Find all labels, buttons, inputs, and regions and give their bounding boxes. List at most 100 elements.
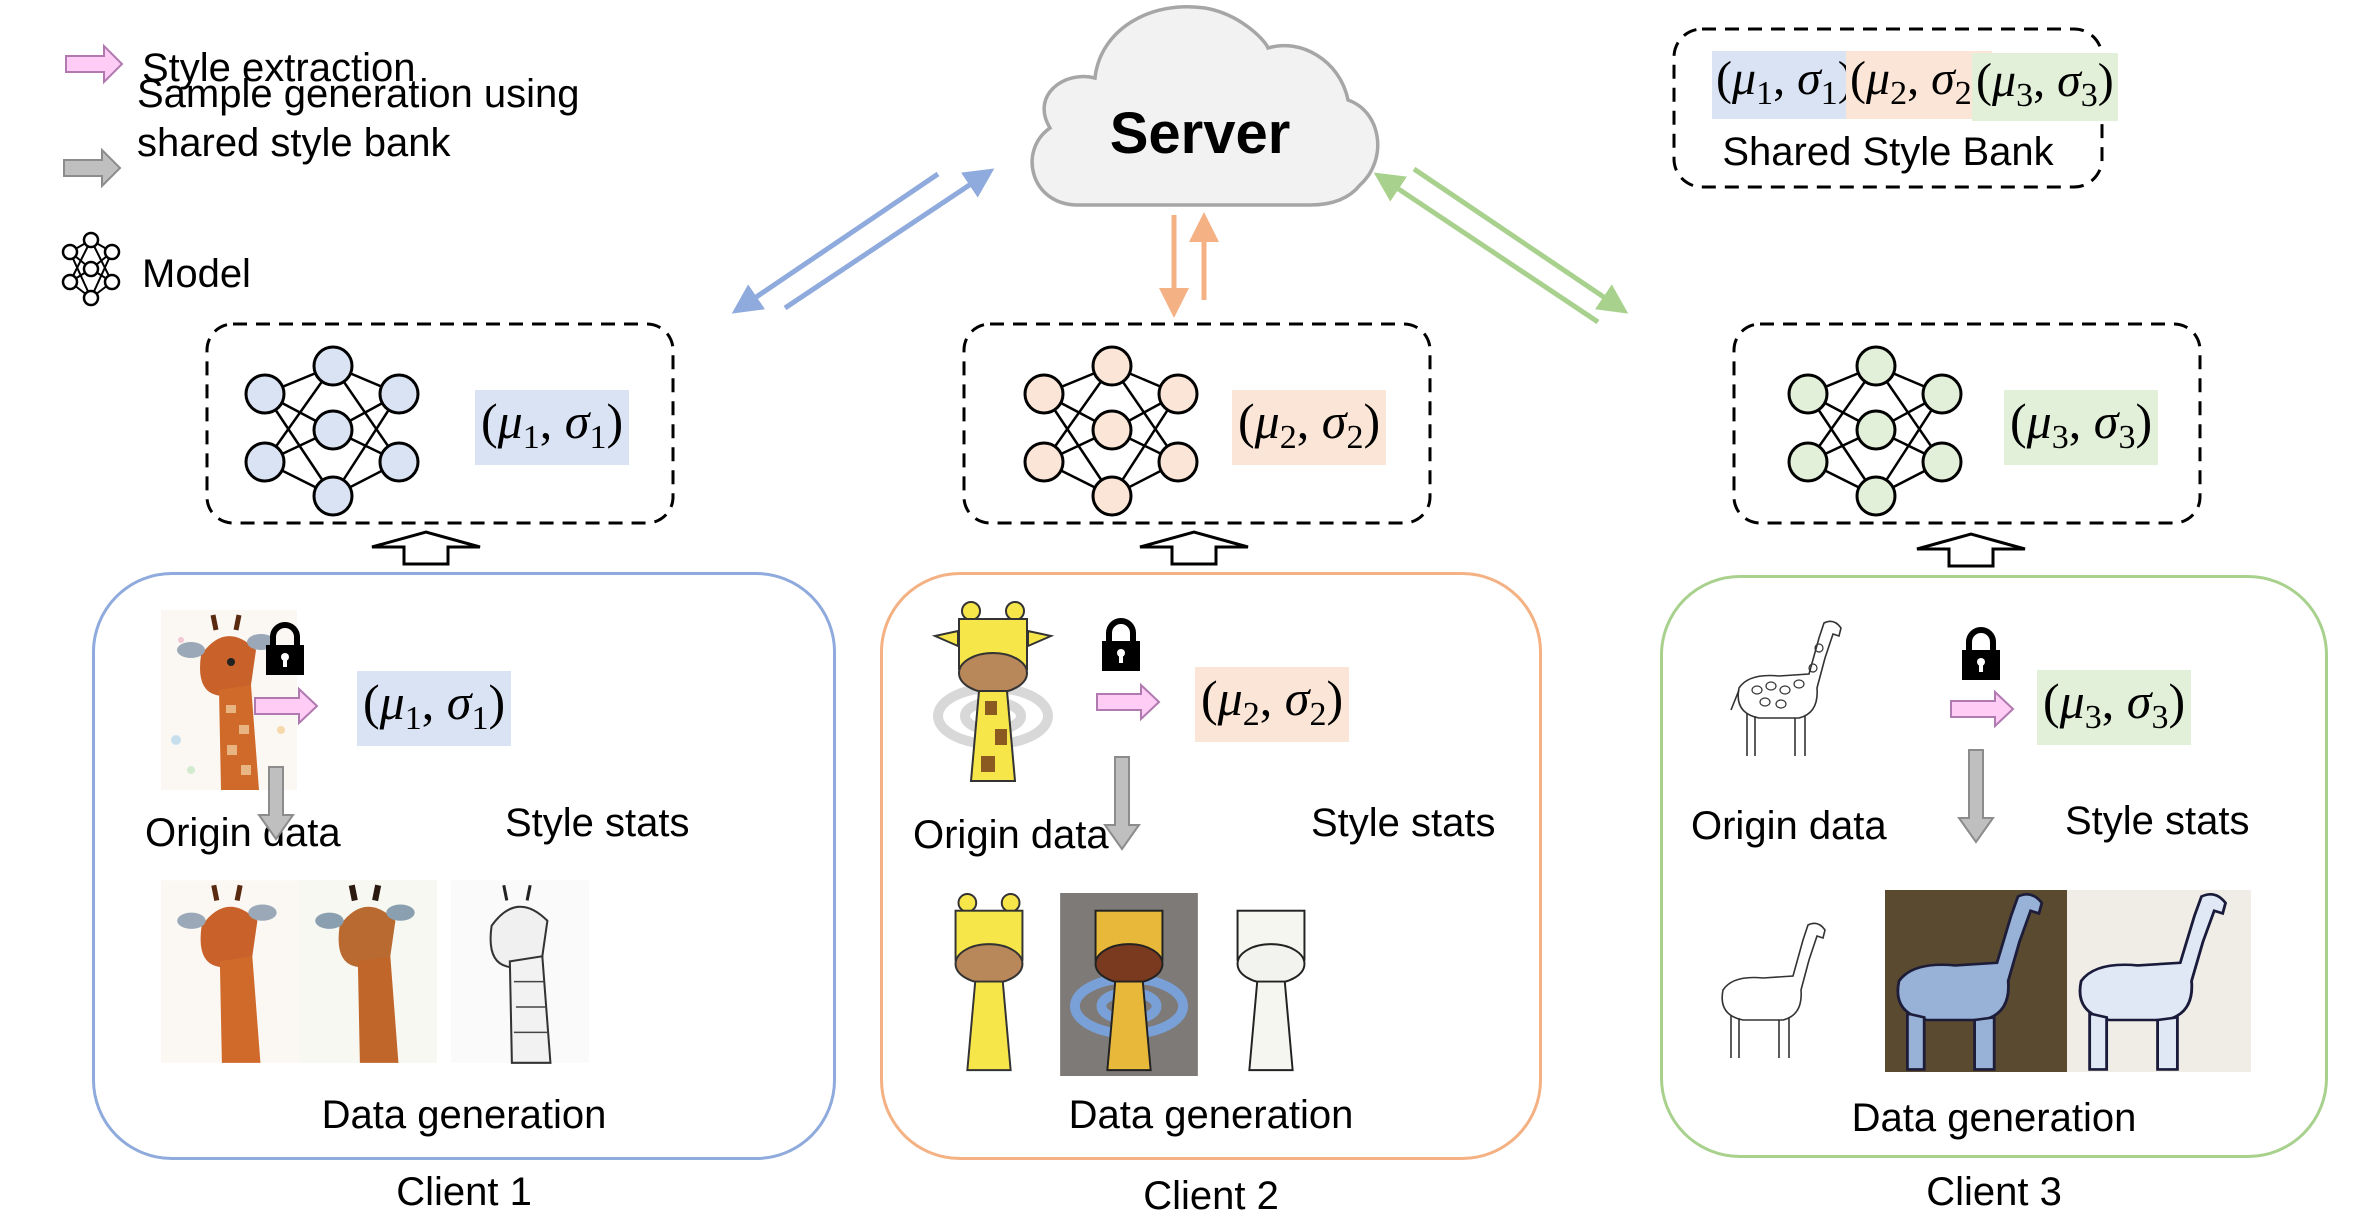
data-generation-label: Data generation: [1068, 1093, 1354, 1137]
comma: ,: [539, 393, 565, 449]
client-3-panel: (μ3, σ3) Origin data Style stats Data ge…: [1660, 575, 2328, 1158]
nn-node: [244, 373, 286, 415]
nn-node: [1091, 345, 1133, 387]
paren-close: ): [606, 393, 624, 449]
generated-image-2: [1885, 890, 2067, 1072]
client-3-style-stats: (μ3, σ3): [2037, 670, 2192, 745]
sigma-subscript: 3: [2118, 419, 2136, 456]
mu-subscript: 1: [404, 700, 422, 737]
client-2-label: Client 2: [1143, 1174, 1279, 1218]
origin-image: [1729, 618, 1859, 758]
hollow-up-arrow-icon: [1916, 532, 2026, 568]
paren-close: ): [1326, 670, 1344, 726]
origin-data-label: Origin data: [145, 811, 341, 855]
nn-node: [378, 373, 420, 415]
paren-close: ): [488, 674, 506, 730]
client-1-model-box: (μ1, σ1): [205, 322, 675, 525]
mu-symbol: μ: [2026, 393, 2052, 449]
paren-close: ): [2135, 393, 2153, 449]
nn-node: [312, 409, 354, 451]
nn-node: [244, 441, 286, 483]
arrow-client3-to-server: [1373, 172, 1600, 325]
data-generation-label: Data generation: [321, 1093, 607, 1137]
mu-symbol: μ: [379, 674, 405, 730]
nn-node: [1855, 475, 1897, 517]
sigma-subscript: 1: [471, 700, 489, 737]
mu-subscript: 3: [2084, 699, 2102, 736]
generated-image-3: [1202, 893, 1340, 1076]
mu-subscript: 1: [522, 419, 540, 456]
client-3-model-stats: (μ3, σ3): [2004, 390, 2159, 465]
data-generation-label: Data generation: [1851, 1096, 2137, 1140]
arrow-server-to-client1: [731, 171, 940, 314]
client-1-panel: (μ1, σ1) Origin data Style stats Data ge…: [92, 572, 836, 1160]
comma: ,: [1296, 393, 1322, 449]
neural-network-icon: [244, 345, 420, 517]
client-2-panel: (μ2, σ2) Origin data Style stats Data ge…: [880, 572, 1542, 1160]
mu-symbol: μ: [1217, 670, 1243, 726]
comma: ,: [2068, 393, 2094, 449]
paren-open: (: [2010, 393, 2027, 449]
style-extraction-arrow-icon: [1950, 689, 2015, 729]
style-extraction-arrow-icon: [1096, 682, 1161, 722]
sigma-symbol: σ: [2093, 393, 2119, 449]
origin-data-label: Origin data: [913, 813, 1109, 857]
nn-node: [1787, 373, 1829, 415]
mu-subscript: 3: [2051, 419, 2069, 456]
lock-icon: [1102, 618, 1140, 671]
lock-icon: [1962, 627, 2000, 680]
lock-icon: [266, 622, 304, 675]
client-2-model-stats: (μ2, σ2): [1232, 390, 1387, 465]
nn-node: [312, 475, 354, 517]
sigma-subscript: 2: [1346, 419, 1364, 456]
generated-image-1: [161, 880, 299, 1063]
generated-image-1: [920, 893, 1058, 1076]
style-stats-label: Style stats: [2065, 799, 2250, 843]
paren-open: (: [1201, 670, 1218, 726]
nn-node: [1091, 409, 1133, 451]
neural-network-icon: [1787, 345, 1963, 517]
nn-node: [1157, 373, 1199, 415]
nn-node: [1921, 441, 1963, 483]
style-stats-label: Style stats: [1311, 801, 1496, 845]
generated-images: [1713, 890, 2293, 1075]
paren-close: ): [2168, 673, 2186, 729]
neural-network-icon: [1023, 345, 1199, 517]
hollow-up-arrow-icon: [371, 530, 481, 566]
mu-symbol: μ: [497, 393, 523, 449]
origin-data-label: Origin data: [1691, 804, 1887, 848]
generation-arrow-icon: [1103, 756, 1141, 851]
sigma-subscript: 1: [589, 419, 607, 456]
generated-image-2: [1060, 893, 1198, 1076]
mu-subscript: 2: [1242, 696, 1260, 733]
client-3-label: Client 3: [1926, 1170, 2062, 1214]
nn-node: [1855, 409, 1897, 451]
hollow-up-arrow-icon: [1139, 530, 1249, 566]
paren-open: (: [481, 393, 498, 449]
mu-symbol: μ: [2059, 673, 2085, 729]
sigma-symbol: σ: [1284, 670, 1310, 726]
paren-open: (: [363, 674, 380, 730]
paren-open: (: [1238, 393, 1255, 449]
sigma-subscript: 2: [1309, 696, 1327, 733]
arrow-server-to-client3: [1412, 166, 1629, 314]
client-1-model-stats: (μ1, σ1): [475, 390, 630, 465]
sigma-symbol: σ: [2126, 673, 2152, 729]
client-1-style-stats: (μ1, σ1): [357, 671, 512, 746]
nn-node: [1023, 373, 1065, 415]
paren-open: (: [2043, 673, 2060, 729]
nn-node: [1091, 475, 1133, 517]
comma: ,: [1259, 670, 1285, 726]
paren-close: ): [1363, 393, 1381, 449]
generated-image-3: [2067, 890, 2251, 1072]
sigma-subscript: 3: [2151, 699, 2169, 736]
sigma-symbol: σ: [446, 674, 472, 730]
client-2-style-stats: (μ2, σ2): [1195, 667, 1350, 742]
style-extraction-arrow-icon: [254, 686, 319, 726]
client-3-model-box: (μ3, σ3): [1732, 322, 2202, 525]
client-2-model-box: (μ2, σ2): [962, 322, 1432, 525]
generated-image-3: [451, 880, 589, 1064]
nn-node: [1023, 441, 1065, 483]
generated-image-1: [1721, 922, 1826, 1058]
style-stats-label: Style stats: [505, 801, 690, 845]
